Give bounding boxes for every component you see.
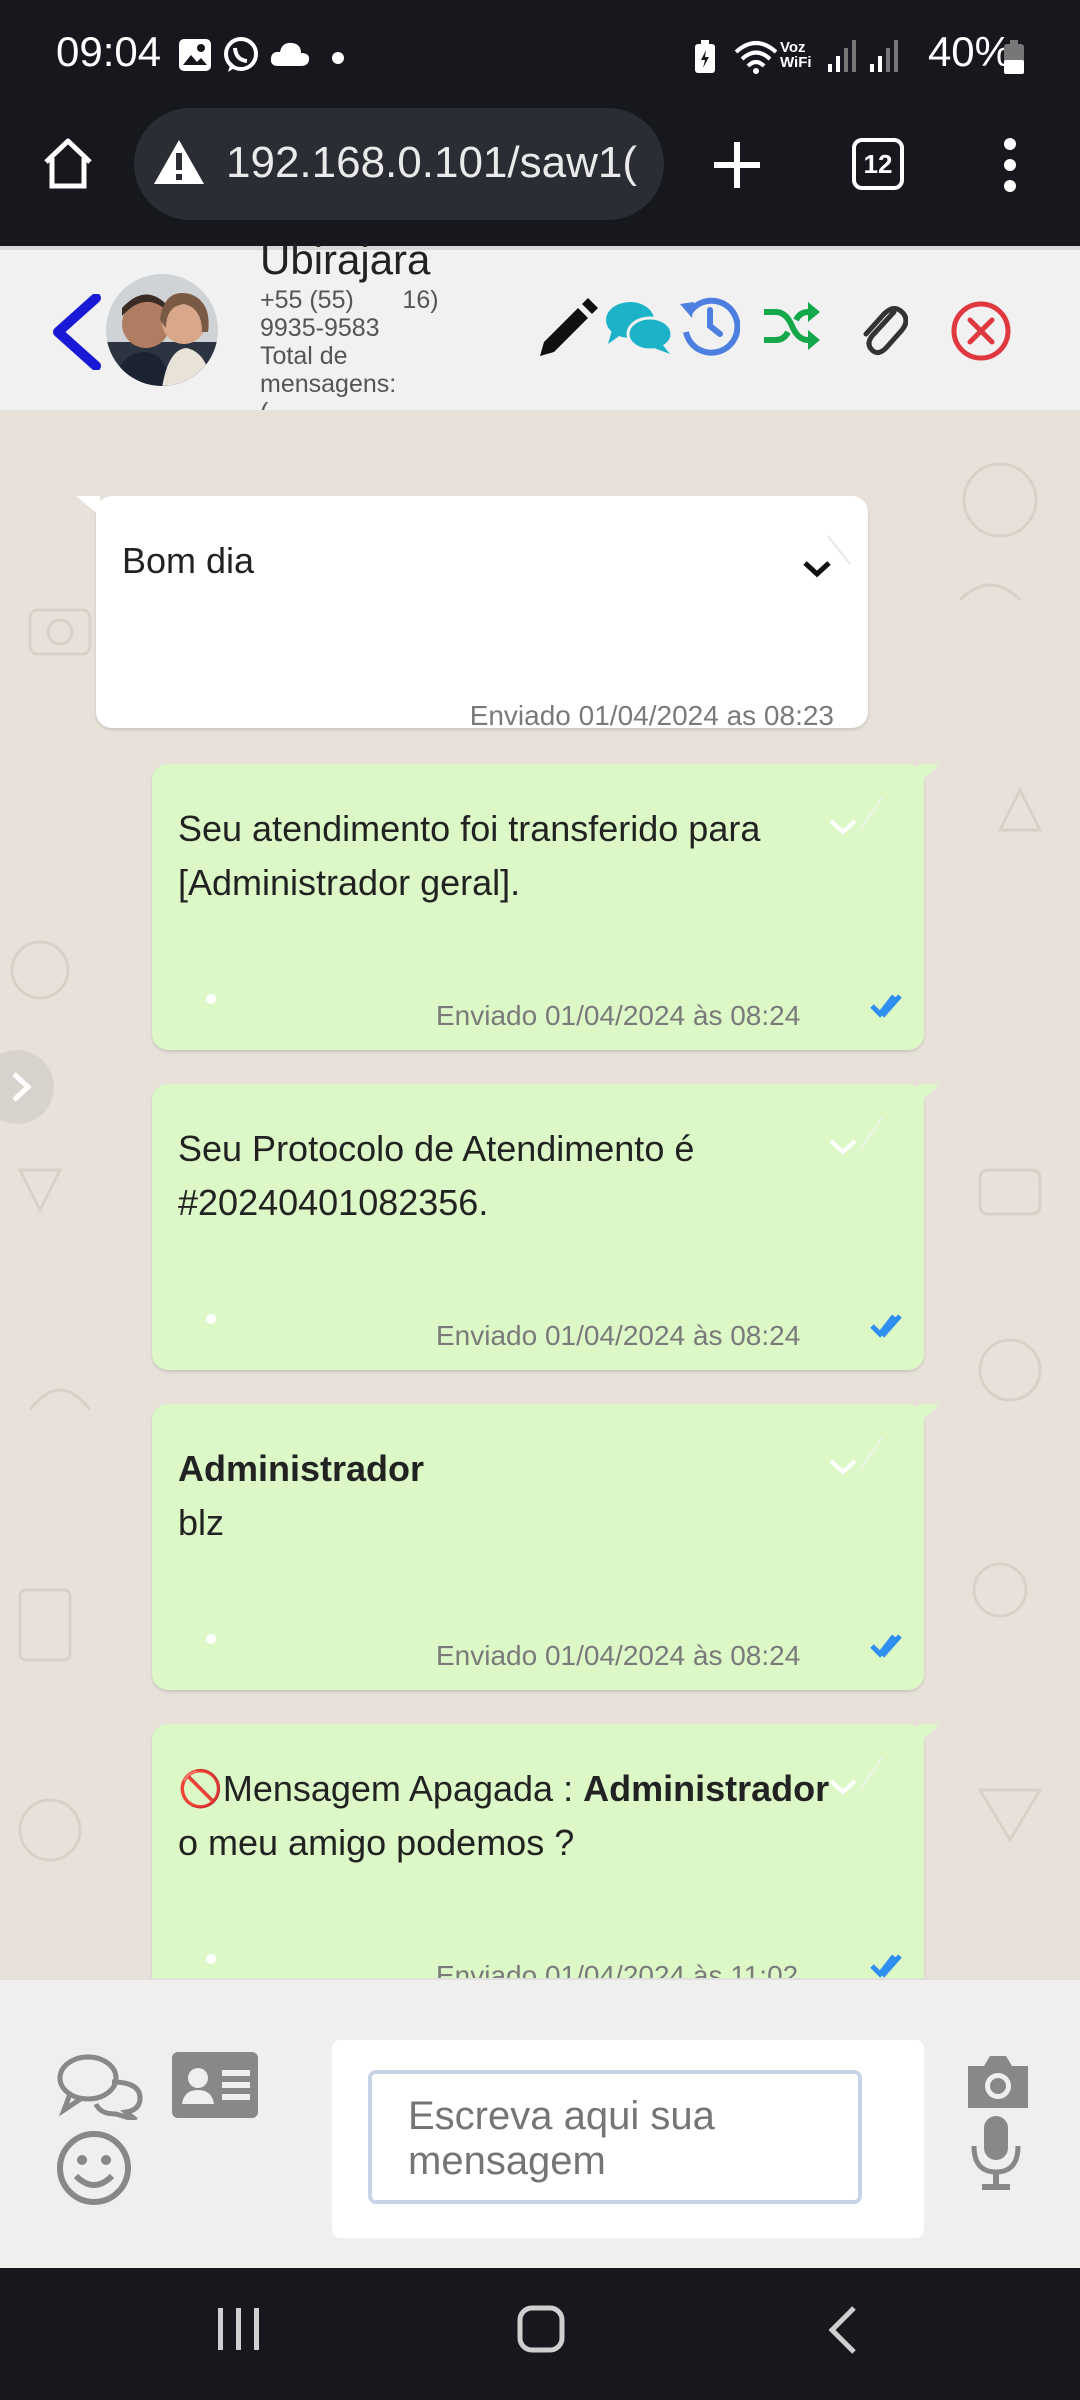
read-double-check-icon: [870, 1634, 902, 1658]
message-text: o meu amigo podemos ?: [178, 1822, 575, 1863]
emoji-icon[interactable]: [56, 2130, 132, 2206]
status-dot: [206, 1634, 216, 1644]
message-menu-slash: [858, 1757, 884, 1791]
message-bubble-outgoing[interactable]: Administrador blz Enviado 01/04/2024 às …: [152, 1404, 940, 1690]
message-menu-slash: [827, 535, 851, 565]
message-timestamp: Enviado 01/04/2024 as 08:23: [469, 700, 834, 731]
message-bubble-outgoing-deleted[interactable]: 🚫Mensagem Apagada : Administrador o meu …: [152, 1724, 940, 1978]
status-dot: [206, 994, 216, 1004]
contact-info: +55 (55) 16) 9935-9583 Total de mensagen…: [260, 286, 470, 426]
status-dot: [206, 1314, 216, 1324]
message-text: Seu atendimento foi transferido para [Ad…: [178, 808, 761, 903]
message-timestamp: Enviado 01/04/2024 às 11:02: [436, 1960, 799, 1978]
close-chat-icon[interactable]: [950, 300, 1012, 362]
message-body: Administrador blz: [178, 1442, 424, 1550]
chevron-down-icon[interactable]: [828, 1458, 858, 1476]
bubble-tail: [918, 764, 940, 784]
deleted-message-label: 🚫Mensagem Apagada :: [178, 1768, 584, 1809]
wifi-icon: [734, 41, 778, 74]
history-icon[interactable]: [678, 294, 740, 356]
message-timestamp: Enviado 01/04/2024 às 08:24: [436, 1640, 801, 1671]
message-body: 🚫Mensagem Apagada : Administrador o meu …: [178, 1762, 878, 1870]
warning-icon[interactable]: [152, 138, 206, 186]
browser-menu-icon[interactable]: [1000, 138, 1020, 192]
contact-name: Ubirajara: [260, 236, 431, 283]
home-icon[interactable]: [40, 136, 96, 192]
signal-strength-icon: [828, 40, 856, 72]
chat-bubbles-icon[interactable]: [604, 298, 674, 356]
home-nav-icon[interactable]: [516, 2304, 566, 2354]
gallery-notification-icon: [179, 39, 211, 71]
read-double-check-icon: [870, 994, 902, 1018]
message-sender: Administrador: [583, 1768, 830, 1809]
bubble-tail: [918, 1404, 940, 1424]
attachment-clip-icon[interactable]: [858, 296, 908, 360]
back-nav-icon[interactable]: [826, 2304, 860, 2356]
message-menu-slash: [858, 797, 884, 831]
message-sender: Administrador: [178, 1448, 425, 1489]
whatsapp-notification-icon: [224, 37, 258, 72]
status-dot: [206, 1954, 216, 1964]
bubble-tail: [918, 1724, 940, 1744]
status-time: 09:04: [56, 28, 162, 75]
total-messages-label: Total de mensagens:: [260, 342, 397, 398]
signal-strength-icon-2: [870, 40, 898, 72]
cloud-notification-icon: [270, 42, 310, 66]
message-text: Bom dia: [122, 540, 255, 581]
new-tab-plus-icon[interactable]: [712, 140, 762, 190]
android-navigation-bar: [0, 2268, 1080, 2400]
more-notifications-dot: [332, 52, 344, 64]
read-double-check-icon: [870, 1954, 902, 1978]
message-menu-slash: [858, 1117, 884, 1151]
edit-pencil-icon[interactable]: [536, 296, 600, 360]
chat-messages-area[interactable]: Bom dia Enviado 01/04/2024 as 08:23 Seu …: [0, 410, 1080, 1978]
message-bubble-outgoing[interactable]: Seu Protocolo de Atendimento é #20240401…: [152, 1084, 940, 1370]
message-text: blz: [178, 1502, 225, 1543]
contact-avatar[interactable]: [104, 272, 220, 388]
battery-icon: [1004, 40, 1024, 74]
battery-saver-icon: [695, 40, 715, 73]
message-text: Seu Protocolo de Atendimento é #20240401…: [178, 1128, 695, 1223]
bubble-tail: [76, 496, 100, 516]
chevron-down-icon[interactable]: [828, 1778, 858, 1796]
camera-icon[interactable]: [964, 2052, 1032, 2110]
chevron-down-icon[interactable]: [828, 818, 858, 836]
tab-count-button[interactable]: 12: [852, 138, 904, 190]
back-arrow-icon[interactable]: [50, 294, 104, 370]
message-input[interactable]: [368, 2070, 862, 2204]
input-card: [332, 2040, 924, 2238]
chat-header: Ubirajara +55 (55) 16) 9935-9583 Total d…: [0, 236, 1080, 426]
microphone-icon[interactable]: [970, 2114, 1022, 2192]
address-bar[interactable]: 192.168.0.101/saw1(: [134, 108, 664, 220]
contact-phone-line1: +55 (55) 16): [260, 286, 439, 314]
contact-card-icon[interactable]: [170, 2050, 260, 2120]
message-bubble-incoming[interactable]: Bom dia Enviado 01/04/2024 as 08:23: [76, 496, 868, 731]
status-bar: 09:04 Voz WiFi 40%: [0, 0, 1080, 116]
battery-percentage: 40%: [927, 28, 1012, 75]
read-double-check-icon: [870, 1314, 902, 1338]
message-bubble-outgoing[interactable]: Seu atendimento foi transferido para [Ad…: [152, 764, 940, 1050]
bubble-tail: [918, 1084, 940, 1104]
chevron-right-icon[interactable]: [10, 1070, 34, 1104]
message-menu-slash: [858, 1437, 884, 1471]
chevron-down-icon[interactable]: [828, 1138, 858, 1156]
message-timestamp: Enviado 01/04/2024 às 08:24: [436, 1000, 801, 1031]
message-timestamp: Enviado 01/04/2024 às 08:24: [436, 1320, 801, 1351]
voz-wifi-label: Voz WiFi: [780, 39, 812, 71]
quick-replies-chat-icon[interactable]: [56, 2052, 146, 2120]
recent-apps-icon[interactable]: [216, 2306, 262, 2352]
shuffle-transfer-icon[interactable]: [762, 300, 820, 352]
url-text[interactable]: 192.168.0.101/saw1(: [226, 138, 637, 188]
message-composer: [0, 1978, 1080, 2270]
contact-phone-line2: 9935-9583: [260, 314, 380, 342]
